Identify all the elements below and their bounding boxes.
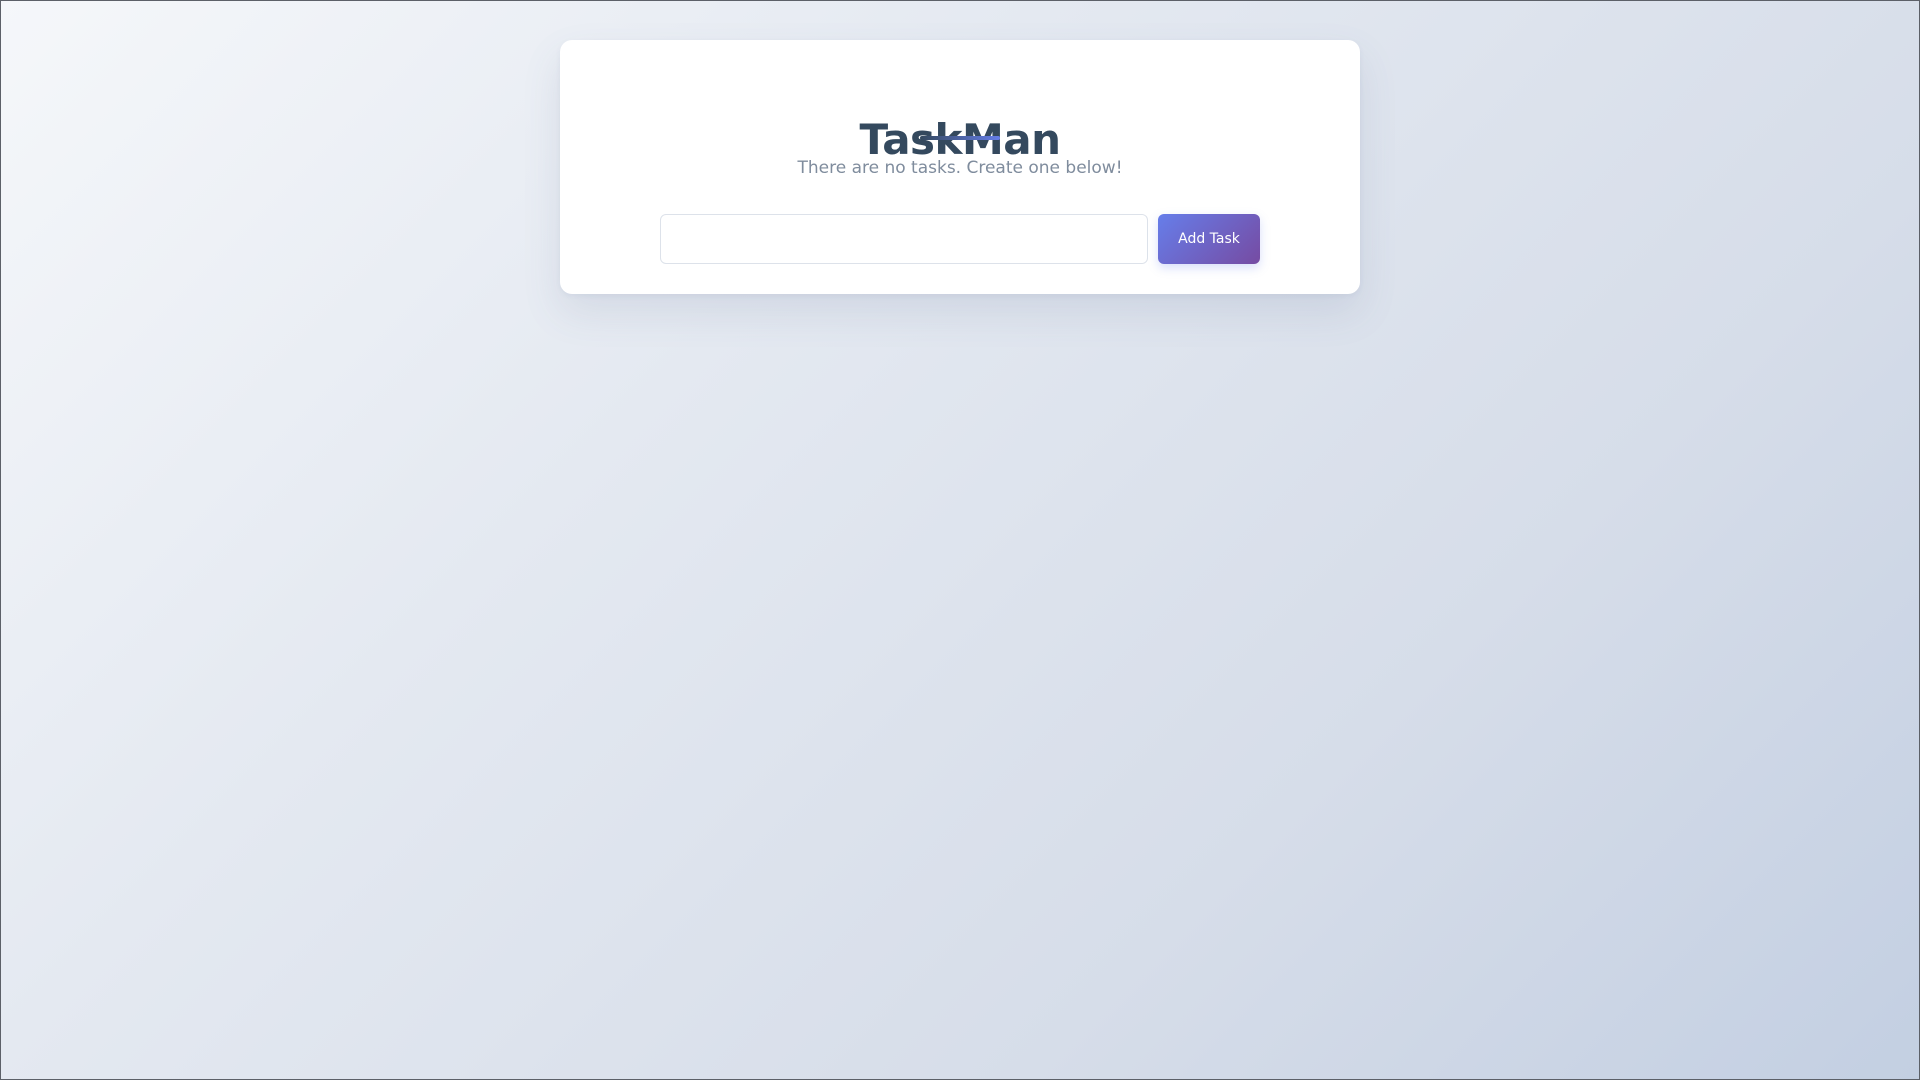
app-background: { "app": { "title": "TaskMan", "empty_me… bbox=[0, 0, 1920, 1080]
task-input[interactable] bbox=[660, 214, 1148, 264]
task-card: TaskMan There are no tasks. Create one b… bbox=[560, 40, 1360, 294]
add-task-form: Add Task bbox=[660, 214, 1262, 264]
title-underline bbox=[920, 136, 1000, 140]
add-task-button[interactable]: Add Task bbox=[1158, 214, 1260, 264]
empty-state-message: There are no tasks. Create one below! bbox=[797, 158, 1123, 178]
